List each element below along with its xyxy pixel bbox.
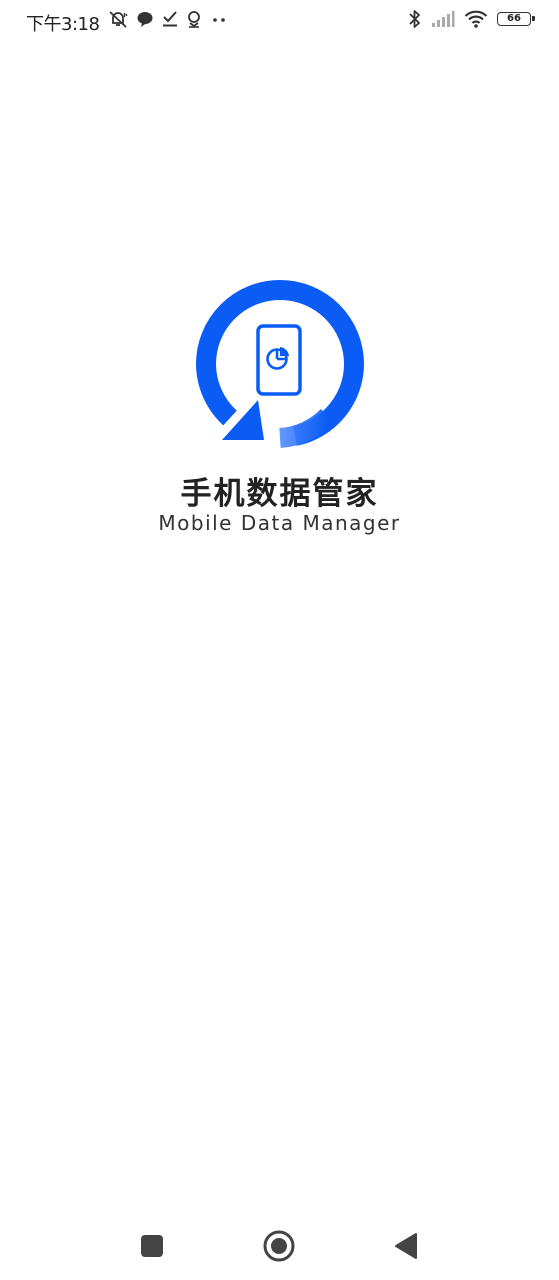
navigation-bar [0,1210,559,1280]
app-title: 手机数据管家 [180,476,379,512]
status-bar: 下午3:18 66 [0,0,559,42]
wifi-icon [464,10,488,28]
more-dots-icon [210,10,228,28]
app-subtitle: Mobile Data Manager [158,511,401,535]
battery-icon: 66 [497,12,535,26]
splash-screen: 下午3:18 66 手机数据管家 Mobile Data Manager [0,0,559,1280]
recents-button[interactable] [134,1228,170,1264]
location-pin-icon [186,10,202,28]
back-triangle-icon [393,1232,419,1260]
mute-bell-icon [108,9,128,29]
status-time: 下午3:18 [26,14,100,35]
back-button[interactable] [388,1228,424,1264]
battery-level: 66 [507,13,521,24]
cellular-signal-icon [431,10,455,28]
home-circle-icon [262,1229,296,1263]
check-download-icon [162,10,178,28]
bluetooth-icon [408,9,422,29]
home-button[interactable] [261,1228,297,1264]
recents-square-icon [140,1234,164,1258]
chat-bubble-icon [136,10,154,28]
system-icons: 66 [408,9,535,29]
notification-icons [108,9,228,29]
phone-sync-logo-icon [195,280,365,448]
